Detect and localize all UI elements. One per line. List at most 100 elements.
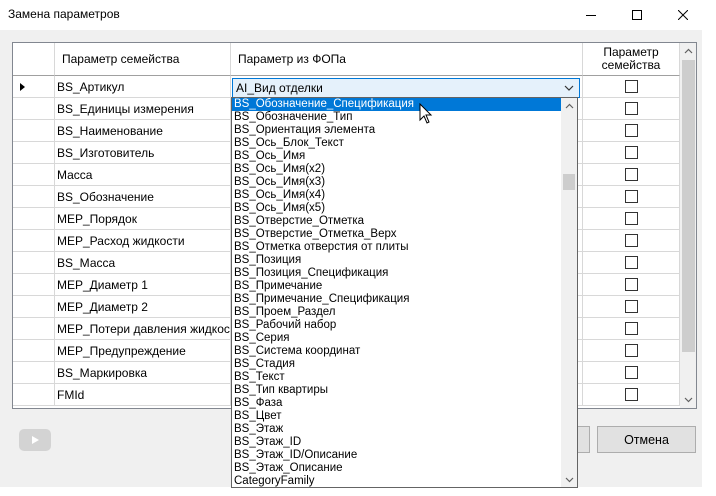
family-parameter-cell[interactable]: FMId xyxy=(55,384,231,406)
dropdown-option[interactable]: BS_Ось_Имя(x5) xyxy=(232,202,562,215)
cancel-button[interactable]: Отмена xyxy=(597,426,696,453)
minimize-button[interactable] xyxy=(568,0,614,30)
row-header[interactable] xyxy=(13,274,55,296)
dropdown-option[interactable]: BS_Ось_Блок_Текст xyxy=(232,137,562,150)
family-flag-checkbox[interactable] xyxy=(624,124,638,137)
row-header[interactable] xyxy=(13,340,55,362)
dropdown-option[interactable]: BS_Обозначение_Спецификация xyxy=(232,98,562,111)
family-parameter-cell[interactable]: MEP_Диаметр 2 xyxy=(55,296,231,318)
scroll-thumb[interactable] xyxy=(563,174,575,190)
row-header[interactable] xyxy=(13,384,55,406)
row-header[interactable] xyxy=(13,318,55,340)
dropdown-option[interactable]: BS_Серия xyxy=(232,332,562,345)
dropdown-option[interactable]: BS_Цвет xyxy=(232,410,562,423)
family-parameter-cell[interactable]: MEP_Предупреждение xyxy=(55,340,231,362)
close-button[interactable] xyxy=(660,0,706,30)
family-flag-cell xyxy=(583,362,680,384)
dropdown-option[interactable]: BS_Система координат xyxy=(232,345,562,358)
family-flag-checkbox[interactable] xyxy=(624,168,638,181)
dropdown-option[interactable]: BS_Этаж xyxy=(232,423,562,436)
dropdown-option[interactable]: BS_Позиция xyxy=(232,254,562,267)
family-parameter-cell[interactable]: BS_Изготовитель xyxy=(55,142,231,164)
dropdown-option[interactable]: BS_Ось_Имя(x3) xyxy=(232,176,562,189)
dropdown-option[interactable]: BS_Тип квартиры xyxy=(232,384,562,397)
dropdown-option[interactable]: BS_Этаж_Описание xyxy=(232,462,562,475)
family-parameter-cell[interactable]: BS_Маркировка xyxy=(55,362,231,384)
dropdown-option[interactable]: CategoryFamily xyxy=(232,475,562,487)
family-flag-checkbox[interactable] xyxy=(624,322,638,335)
family-flag-cell xyxy=(583,340,680,362)
dropdown-option[interactable]: BS_Ось_Имя xyxy=(232,150,562,163)
family-parameter-cell[interactable]: MEP_Потери давления жидкости xyxy=(55,318,231,340)
dropdown-option[interactable]: BS_Позиция_Спецификация xyxy=(232,267,562,280)
dropdown-option[interactable]: BS_Рабочий набор xyxy=(232,319,562,332)
family-flag-checkbox[interactable] xyxy=(624,256,638,269)
family-flag-checkbox[interactable] xyxy=(624,300,638,313)
row-header[interactable] xyxy=(13,362,55,384)
row-header[interactable] xyxy=(13,98,55,120)
family-flag-checkbox[interactable] xyxy=(624,278,638,291)
family-flag-checkbox[interactable] xyxy=(624,146,638,159)
family-parameter-cell[interactable]: BS_Наименование xyxy=(55,120,231,142)
fop-parameter-combobox[interactable]: AI_Вид отделки xyxy=(232,78,580,98)
family-flag-checkbox[interactable] xyxy=(624,344,638,357)
column-header-family-parameter[interactable]: Параметр семейства xyxy=(55,43,231,76)
dropdown-option[interactable]: BS_Отверстие_Отметка_Верх xyxy=(232,228,562,241)
dropdown-option[interactable]: BS_Этаж_ID xyxy=(232,436,562,449)
family-flag-checkbox[interactable] xyxy=(624,80,638,93)
dropdown-option[interactable]: BS_Ось_Имя(x4) xyxy=(232,189,562,202)
dropdown-option[interactable]: BS_Фаза xyxy=(232,397,562,410)
row-header[interactable] xyxy=(13,252,55,274)
family-flag-cell xyxy=(583,252,680,274)
family-parameter-cell[interactable]: BS_Единицы измерения xyxy=(55,98,231,120)
maximize-button[interactable] xyxy=(614,0,660,30)
family-parameter-cell[interactable]: MEP_Порядок xyxy=(55,208,231,230)
family-parameter-cell[interactable]: MEP_Расход жидкости xyxy=(55,230,231,252)
family-flag-checkbox[interactable] xyxy=(624,388,638,401)
grid-vertical-scrollbar[interactable] xyxy=(680,43,696,408)
dropdown-option[interactable]: BS_Проем_Раздел xyxy=(232,306,562,319)
row-header[interactable] xyxy=(13,186,55,208)
row-header[interactable] xyxy=(13,230,55,252)
family-flag-checkbox[interactable] xyxy=(624,102,638,115)
dropdown-option[interactable]: BS_Примечание xyxy=(232,280,562,293)
family-parameter-cell[interactable]: BS_Артикул xyxy=(55,76,231,98)
ok-button[interactable] xyxy=(578,426,590,453)
play-button[interactable] xyxy=(19,429,51,451)
family-parameter-cell[interactable]: Масса xyxy=(55,164,231,186)
scroll-up-button[interactable] xyxy=(561,98,577,114)
row-header[interactable] xyxy=(13,296,55,318)
family-flag-checkbox[interactable] xyxy=(624,212,638,225)
row-header[interactable] xyxy=(13,164,55,186)
family-flag-cell xyxy=(583,76,680,98)
family-parameter-cell[interactable]: BS_Масса xyxy=(55,252,231,274)
dropdown-option[interactable]: BS_Примечание_Спецификация xyxy=(232,293,562,306)
dropdown-option[interactable]: BS_Отметка отверстия от плиты xyxy=(232,241,562,254)
row-header[interactable] xyxy=(13,120,55,142)
row-header[interactable] xyxy=(13,208,55,230)
scroll-thumb[interactable] xyxy=(682,60,695,352)
column-header-fop-parameter[interactable]: Параметр из ФОПа xyxy=(231,43,583,76)
family-flag-checkbox[interactable] xyxy=(624,366,638,379)
family-flag-cell xyxy=(583,296,680,318)
family-parameter-cell[interactable]: BS_Обозначение xyxy=(55,186,231,208)
dropdown-option[interactable]: BS_Ориентация элемента xyxy=(232,124,562,137)
dropdown-option[interactable]: BS_Текст xyxy=(232,371,562,384)
scroll-down-button[interactable] xyxy=(680,391,696,408)
scroll-up-button[interactable] xyxy=(680,43,696,60)
row-header[interactable] xyxy=(13,142,55,164)
column-header-family-flag[interactable]: Параметр семейства xyxy=(583,43,680,76)
row-header[interactable] xyxy=(13,76,55,98)
family-flag-checkbox[interactable] xyxy=(624,190,638,203)
dropdown-option[interactable]: BS_Этаж_ID/Описание xyxy=(232,449,562,462)
grid-header: Параметр семейства Параметр из ФОПа Пара… xyxy=(13,43,680,76)
fop-parameter-dropdown-list[interactable]: BS_Обозначение_Спецификация BS_Обозначени… xyxy=(231,97,578,488)
dropdown-option[interactable]: BS_Отверстие_Отметка xyxy=(232,215,562,228)
scroll-down-button[interactable] xyxy=(561,471,577,487)
family-parameter-cell[interactable]: MEP_Диаметр 1 xyxy=(55,274,231,296)
dropdown-option[interactable]: BS_Обозначение_Тип xyxy=(232,111,562,124)
dropdown-option[interactable]: BS_Ось_Имя(x2) xyxy=(232,163,562,176)
dropdown-option[interactable]: BS_Стадия xyxy=(232,358,562,371)
dropdown-vertical-scrollbar[interactable] xyxy=(561,98,577,487)
family-flag-checkbox[interactable] xyxy=(624,234,638,247)
